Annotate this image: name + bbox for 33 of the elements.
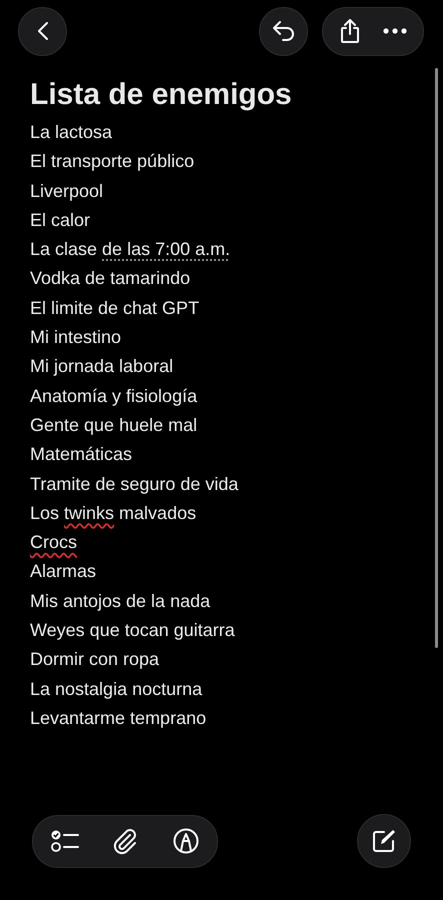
note-line: Gente que huele mal — [30, 414, 198, 437]
note-line: Los twinks malvados — [30, 502, 198, 525]
note-line: Anatomía y fisiología — [30, 384, 198, 408]
pen-tip-icon — [173, 828, 199, 854]
note-line: El transporte público — [30, 150, 196, 174]
undo-button[interactable] — [259, 6, 308, 56]
note-line: Crocs — [30, 531, 78, 554]
note-line: Dormir con ropa — [30, 648, 160, 672]
compose-button[interactable] — [357, 814, 411, 868]
note-line: El limite de chat GPT — [30, 296, 200, 320]
checklist-icon — [51, 829, 79, 853]
note-line: La lactosa — [30, 121, 114, 144]
note-line: Alarmas — [30, 560, 98, 584]
back-icon — [36, 21, 48, 41]
note-line: Mi intestino — [30, 326, 122, 350]
back-button[interactable] — [18, 6, 67, 56]
note-title: Lista de enemigos — [30, 78, 293, 112]
note-line: Matemáticas — [30, 443, 134, 466]
share-icon — [339, 18, 361, 44]
note-line: Mis antojos de la nada — [30, 590, 212, 613]
undo-icon — [272, 20, 296, 42]
paperclip-icon — [113, 827, 139, 855]
note-line: Levantarme temprano — [30, 706, 208, 730]
note-line: El calor — [30, 208, 92, 232]
note-line: La nostalgia nocturna — [30, 678, 204, 701]
note-line: Weyes que tocan guitarra — [30, 619, 236, 642]
more-icon — [383, 28, 407, 34]
note-line: Mi jornada laboral — [30, 355, 174, 378]
note-line: La clase de las 7:00 a.m. — [30, 238, 232, 262]
compose-icon — [371, 828, 397, 854]
note-line: Liverpool — [30, 180, 104, 203]
note-line: Tramite de seguro de vida — [30, 472, 240, 496]
note-line: Vodka de tamarindo — [30, 267, 192, 290]
